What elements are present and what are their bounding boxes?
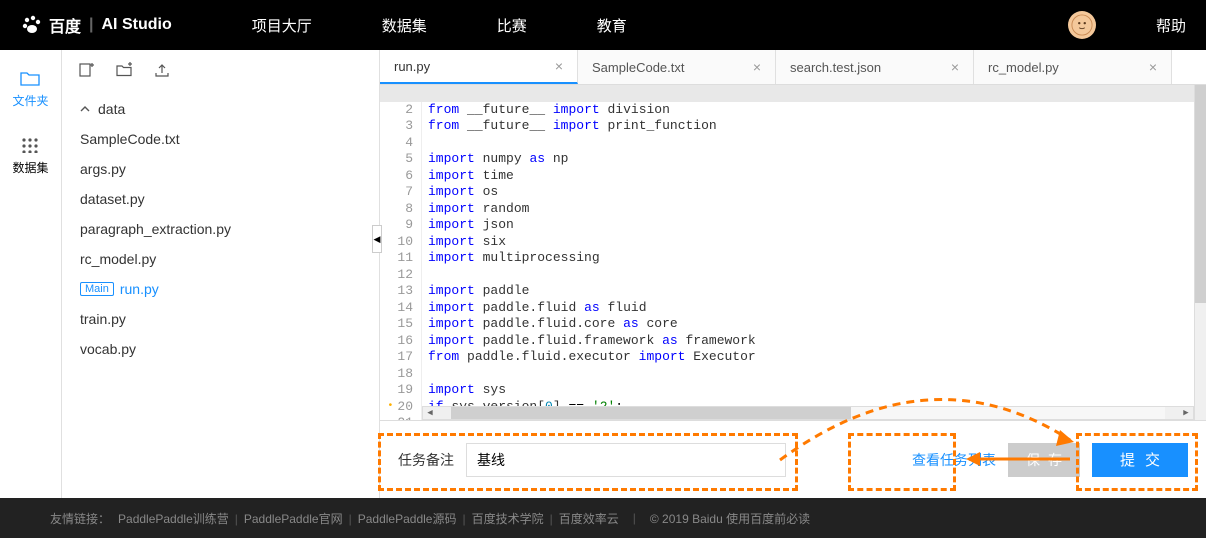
chevron-up-icon: [80, 104, 90, 114]
close-icon[interactable]: ×: [951, 59, 959, 75]
tree-file[interactable]: train.py: [62, 304, 379, 334]
tree-folder-label: data: [98, 101, 125, 117]
view-task-list-link[interactable]: 查看任务列表: [912, 450, 996, 470]
nav-datasets[interactable]: 数据集: [382, 15, 427, 36]
tree-file-label: dataset.py: [80, 191, 145, 207]
file-panel: data SampleCode.txt args.py dataset.py para…: [62, 50, 380, 498]
editor-panel: run.py×SampleCode.txt×search.test.json×r…: [380, 50, 1206, 498]
tree-folder-data[interactable]: data: [62, 94, 379, 124]
new-file-icon[interactable]: [78, 62, 94, 78]
tab-label: SampleCode.txt: [592, 60, 685, 75]
nav-items: 项目大厅 数据集 比赛 教育: [252, 15, 627, 36]
tree-file[interactable]: paragraph_extraction.py: [62, 214, 379, 244]
scroll-left-arrow[interactable]: ◀: [423, 408, 437, 418]
tree-file[interactable]: vocab.py: [62, 334, 379, 364]
close-icon[interactable]: ×: [753, 59, 761, 75]
logo[interactable]: 百度 | AI Studio: [20, 13, 172, 37]
editor-tab[interactable]: SampleCode.txt ×: [578, 50, 776, 84]
avatar[interactable]: [1068, 11, 1096, 39]
tree-file-label: paragraph_extraction.py: [80, 221, 231, 237]
tab-label: search.test.json: [790, 60, 881, 75]
task-note-label: 任务备注: [398, 450, 454, 470]
editor-tab[interactable]: rc_model.py ×: [974, 50, 1172, 84]
footer-copyright: © 2019 Baidu 使用百度前必读: [650, 510, 810, 527]
brand-main: 百度: [49, 13, 81, 37]
nav-help[interactable]: 帮助: [1156, 15, 1186, 36]
footer-link[interactable]: PaddlePaddle官网: [244, 512, 343, 526]
tree-file[interactable]: args.py: [62, 154, 379, 184]
nav-education[interactable]: 教育: [597, 15, 627, 36]
footer-link[interactable]: 百度技术学院: [472, 512, 544, 526]
footer-link[interactable]: PaddlePaddle源码: [358, 512, 457, 526]
side-folders-label: 文件夹: [12, 92, 48, 109]
tab-label: rc_model.py: [988, 60, 1059, 75]
scroll-track[interactable]: [451, 407, 1165, 419]
brand-separator: |: [89, 16, 93, 34]
close-icon[interactable]: ×: [1149, 59, 1157, 75]
file-tree: data SampleCode.txt args.py dataset.py para…: [62, 90, 379, 368]
baidu-paw-icon: [20, 13, 44, 37]
side-nav: 文件夹 数据集: [0, 50, 62, 498]
file-toolbar: [62, 50, 379, 90]
code-area[interactable]: 123456789101112131415161718192021222324 …: [380, 85, 1206, 420]
nav-competitions[interactable]: 比赛: [497, 15, 527, 36]
tree-file-label: SampleCode.txt: [80, 131, 180, 147]
scroll-thumb[interactable]: [451, 407, 851, 419]
footer-link[interactable]: 百度效率云: [559, 512, 619, 526]
editor-tab[interactable]: run.py ×: [380, 50, 578, 84]
tree-file[interactable]: SampleCode.txt: [62, 124, 379, 154]
line-gutter: 123456789101112131415161718192021222324: [380, 85, 422, 420]
collapse-panel-handle[interactable]: ◀: [372, 225, 382, 253]
editor-tab[interactable]: search.test.json ×: [776, 50, 974, 84]
side-datasets-label: 数据集: [12, 159, 48, 176]
horizontal-scrollbar[interactable]: ◀ ▶: [422, 406, 1194, 420]
editor-tabs: run.py×SampleCode.txt×search.test.json×r…: [380, 50, 1206, 85]
tree-file[interactable]: rc_model.py: [62, 244, 379, 274]
tab-label: run.py: [394, 59, 430, 74]
side-datasets[interactable]: 数据集: [12, 137, 48, 176]
tree-file-label: train.py: [80, 311, 126, 327]
code-content[interactable]: from __future__ import absolute_import f…: [422, 85, 1206, 420]
brand-sub: AI Studio: [102, 16, 172, 34]
tree-file[interactable]: dataset.py: [62, 184, 379, 214]
tree-file-label: rc_model.py: [80, 251, 156, 267]
save-button[interactable]: 保存: [1008, 443, 1080, 477]
upload-icon[interactable]: [154, 62, 170, 78]
main-badge: Main: [80, 282, 114, 296]
vscroll-thumb[interactable]: [1195, 85, 1206, 303]
submit-button[interactable]: 提交: [1092, 443, 1188, 477]
dataset-icon: [20, 137, 40, 153]
vertical-scrollbar[interactable]: [1194, 85, 1206, 420]
folder-icon: [20, 70, 40, 86]
task-bar: 任务备注 查看任务列表 保存 提交: [380, 420, 1206, 498]
side-folders[interactable]: 文件夹: [12, 70, 48, 109]
new-folder-icon[interactable]: [116, 62, 132, 78]
task-note-input[interactable]: [466, 443, 786, 477]
tree-file-label: args.py: [80, 161, 126, 177]
close-icon[interactable]: ×: [555, 58, 563, 74]
scroll-right-arrow[interactable]: ▶: [1179, 408, 1193, 418]
tree-file-label: run.py: [120, 281, 159, 297]
footer-link[interactable]: PaddlePaddle训练营: [118, 512, 229, 526]
top-nav: 百度 | AI Studio 项目大厅 数据集 比赛 教育 帮助: [0, 0, 1206, 50]
tree-file-label: vocab.py: [80, 341, 136, 357]
footer: 友情链接： PaddlePaddle训练营|PaddlePaddle官网|Pad…: [0, 498, 1206, 538]
footer-label: 友情链接：: [50, 510, 110, 527]
nav-projects[interactable]: 项目大厅: [252, 15, 312, 36]
avatar-face-icon: [1071, 14, 1093, 36]
tree-file[interactable]: Main run.py: [62, 274, 379, 304]
